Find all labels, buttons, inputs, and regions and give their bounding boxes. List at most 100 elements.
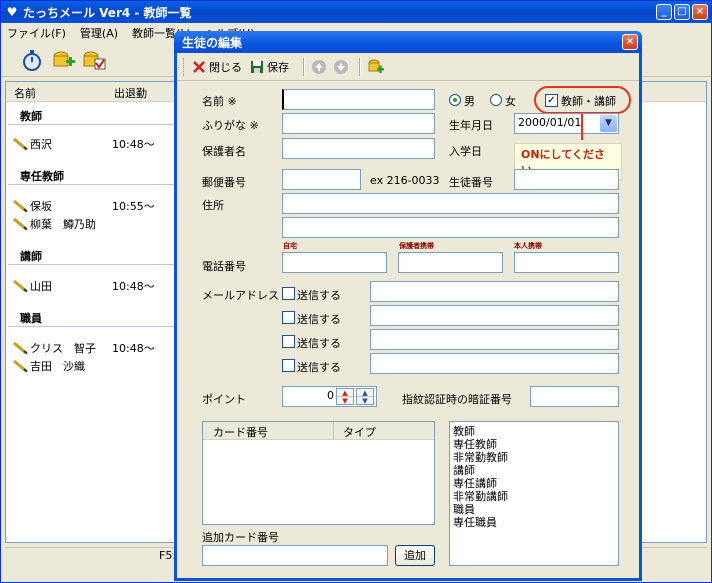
pin-input[interactable]: [530, 386, 619, 407]
group-divider: [8, 326, 174, 327]
menu-file[interactable]: ファイル(F): [7, 25, 66, 41]
minimize-button[interactable]: _: [656, 4, 672, 20]
teacher-list[interactable]: 名前 出退勤 教師 西沢 10:48〜 専任教師 保坂 10:55〜 柳葉 鱒乃…: [5, 81, 175, 543]
list-item[interactable]: 吉田 沙織: [12, 358, 85, 374]
list-item[interactable]: クリス 智子: [12, 340, 96, 356]
guardian-input[interactable]: [282, 138, 435, 159]
name-input[interactable]: [282, 89, 435, 110]
dialog-close-button[interactable]: ×: [622, 34, 638, 50]
list-item[interactable]: 専任教師: [450, 438, 618, 451]
list-item[interactable]: 教師: [450, 425, 618, 438]
attendance-time: 10:48〜: [112, 280, 155, 293]
list-header: 名前 出退勤: [6, 82, 174, 102]
stopwatch-icon[interactable]: [19, 48, 45, 72]
person-name: クリス 智子: [30, 342, 96, 355]
add-coins-icon[interactable]: [51, 48, 77, 72]
dialog-title: 生徒の編集: [182, 35, 243, 50]
role-list[interactable]: 教師 専任教師 非常勤教師 講師 専任講師 非常勤講師 職員 専任職員: [449, 421, 619, 566]
pencil-icon: [13, 138, 28, 150]
list-item[interactable]: 専任職員: [450, 516, 618, 529]
group-label: 専任教師: [20, 170, 64, 183]
female-radio[interactable]: [490, 94, 502, 106]
person-name: 保坂: [30, 200, 52, 213]
card-no-column[interactable]: カード番号: [213, 424, 268, 440]
address-input-1[interactable]: [282, 193, 619, 214]
toolbar-separator: [359, 57, 361, 76]
close-dialog-button[interactable]: 閉じる: [192, 59, 242, 75]
type-column[interactable]: タイプ: [343, 424, 376, 440]
list-item[interactable]: 保坂: [12, 198, 52, 214]
list-item[interactable]: 非常勤教師: [450, 451, 618, 464]
add-coins-icon[interactable]: [367, 58, 385, 76]
male-radio[interactable]: [449, 94, 461, 106]
red-x-icon: [193, 60, 205, 73]
points-stepper-b[interactable]: ▲ ▼: [356, 388, 374, 405]
step-down-icon[interactable]: ▼: [357, 397, 373, 405]
arrow-up-icon[interactable]: [311, 59, 327, 75]
column-divider: [333, 422, 334, 440]
group-divider: [8, 264, 174, 265]
person-name: 柳葉 鱒乃助: [30, 218, 96, 231]
save-button[interactable]: 保存: [250, 59, 289, 75]
step-up-icon[interactable]: ▲: [357, 389, 373, 397]
person-name: 西沢: [30, 138, 52, 151]
col-attendance[interactable]: 出退勤: [114, 85, 147, 101]
step-up-icon[interactable]: ▲: [337, 389, 353, 397]
teacher-checkbox[interactable]: ✓: [545, 94, 558, 107]
send-checkbox-2[interactable]: [282, 311, 295, 324]
postal-input[interactable]: [282, 169, 361, 190]
dropdown-arrow-icon[interactable]: ▼: [600, 115, 617, 132]
list-item[interactable]: 講師: [450, 464, 618, 477]
check-coins-icon[interactable]: [81, 48, 107, 72]
maximize-button[interactable]: □: [674, 4, 690, 20]
guardian-label: 保護者名: [202, 145, 246, 158]
app-icon: ♥: [6, 5, 18, 19]
close-button[interactable]: ×: [692, 4, 708, 20]
name-label: 名前 ※: [202, 95, 237, 108]
send-checkbox-3[interactable]: [282, 335, 295, 348]
email-input-1[interactable]: [370, 281, 619, 302]
dialog-toolbar: 閉じる 保存: [177, 53, 639, 81]
card-list[interactable]: カード番号 タイプ: [202, 421, 435, 525]
step-down-icon[interactable]: ▼: [337, 397, 353, 405]
send-checkbox-4[interactable]: [282, 359, 295, 372]
pencil-icon: [13, 342, 28, 354]
list-item[interactable]: 西沢: [12, 136, 52, 152]
list-item[interactable]: 柳葉 鱒乃助: [12, 216, 96, 232]
dialog-titlebar[interactable]: 生徒の編集 ×: [174, 31, 642, 53]
phone-guardian-input[interactable]: [398, 252, 503, 273]
list-item[interactable]: 山田: [12, 278, 52, 294]
furigana-input[interactable]: [282, 113, 435, 134]
email-input-3[interactable]: [370, 329, 619, 350]
points-value: 0: [327, 389, 334, 402]
main-title: たっちメール Ver4 - 教師一覧: [23, 5, 192, 20]
pencil-icon: [13, 280, 28, 292]
phone-home-label: 自宅: [283, 242, 297, 250]
list-item[interactable]: 職員: [450, 503, 618, 516]
list-item[interactable]: 専任講師: [450, 477, 618, 490]
student-no-input[interactable]: [514, 169, 619, 190]
callout-pointer: [581, 114, 583, 140]
arrow-down-icon[interactable]: [333, 59, 349, 75]
menu-manage[interactable]: 管理(A): [80, 25, 118, 41]
add-button[interactable]: 追加: [395, 545, 435, 566]
send-label-2: 送信する: [297, 313, 341, 326]
phone-own-input[interactable]: [514, 252, 619, 273]
email-input-4[interactable]: [370, 353, 619, 374]
pencil-icon: [13, 218, 28, 230]
enrollment-label: 入学日: [449, 145, 482, 158]
list-item[interactable]: 非常勤講師: [450, 490, 618, 503]
address-input-2[interactable]: [282, 217, 619, 238]
postal-example: ex 216-0033: [370, 174, 440, 187]
col-name[interactable]: 名前: [14, 85, 36, 101]
points-stepper-a[interactable]: ▲ ▼: [336, 388, 354, 405]
email-input-2[interactable]: [370, 305, 619, 326]
send-checkbox-1[interactable]: [282, 287, 295, 300]
attendance-time: 10:55〜: [112, 200, 155, 213]
main-titlebar[interactable]: ♥ たっちメール Ver4 - 教師一覧 _ □ ×: [1, 1, 711, 23]
toolbar-grip[interactable]: [183, 57, 186, 76]
add-card-input[interactable]: [202, 545, 388, 566]
phone-home-input[interactable]: [282, 252, 387, 273]
pin-label: 指紋認証時の暗証番号: [402, 393, 512, 406]
floppy-disk-icon: [251, 60, 263, 73]
